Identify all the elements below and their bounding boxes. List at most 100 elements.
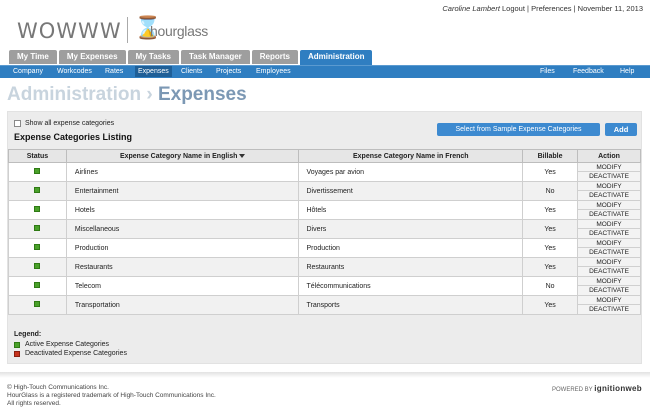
- billable-value: Yes: [522, 200, 579, 220]
- legend-deactivated: Deactivated Expense Categories: [14, 350, 127, 357]
- action-cell: MODIFY DEACTIVATE: [577, 200, 641, 220]
- english-name: Telecom: [65, 276, 300, 296]
- modify-button[interactable]: MODIFY: [578, 163, 640, 172]
- header-french[interactable]: Expense Category Name in French: [298, 149, 524, 163]
- subnav-help[interactable]: Help: [620, 68, 634, 75]
- status-cell: [8, 181, 67, 201]
- tab-reports[interactable]: Reports: [251, 50, 299, 64]
- deactivate-button[interactable]: DEACTIVATE: [578, 305, 640, 314]
- tab-my-tasks[interactable]: My Tasks: [127, 50, 180, 64]
- main-tabs: My Time My Expenses My Tasks Task Manage…: [9, 50, 374, 65]
- active-status-icon: [34, 187, 41, 193]
- subnav-expenses[interactable]: Expenses: [135, 66, 172, 77]
- english-name: Transportation: [65, 295, 300, 315]
- table-row: Production Production Yes MODIFY DEACTIV…: [8, 238, 641, 258]
- logout-link[interactable]: Logout: [502, 4, 525, 13]
- footer-divider: [0, 372, 650, 378]
- top-header: WOWWW ⌛ hourglass Caroline Lambert Logou…: [0, 0, 650, 48]
- separator: |: [573, 4, 576, 13]
- deactivate-button[interactable]: DEACTIVATE: [578, 191, 640, 200]
- hourglass-logo: ⌛ hourglass: [134, 15, 212, 45]
- deactivate-button[interactable]: DEACTIVATE: [578, 286, 640, 295]
- active-status-icon: [34, 301, 41, 307]
- table-row: Telecom Télécommunications No MODIFY DEA…: [8, 276, 641, 296]
- user-name: Caroline Lambert: [442, 4, 500, 13]
- breadcrumb-arrow: ›: [146, 84, 153, 105]
- tab-task-manager[interactable]: Task Manager: [181, 50, 250, 64]
- english-name: Production: [65, 238, 300, 258]
- status-cell: [8, 257, 67, 277]
- separator: |: [527, 4, 529, 13]
- tab-administration[interactable]: Administration: [300, 50, 373, 65]
- action-cell: MODIFY DEACTIVATE: [577, 276, 641, 296]
- sort-desc-icon[interactable]: [239, 153, 246, 158]
- deactivate-button[interactable]: DEACTIVATE: [578, 248, 640, 257]
- modify-button[interactable]: MODIFY: [578, 182, 640, 191]
- action-cell: MODIFY DEACTIVATE: [577, 257, 641, 277]
- subnav-clients[interactable]: Clients: [181, 68, 202, 75]
- preferences-link[interactable]: Preferences: [531, 4, 571, 13]
- logo-divider: [127, 17, 128, 43]
- product-name: hourglass: [150, 23, 209, 39]
- french-name: Transports: [298, 295, 524, 315]
- subnav-employees[interactable]: Employees: [256, 68, 291, 75]
- table-row: Miscellaneous Divers Yes MODIFY DEACTIVA…: [8, 219, 641, 239]
- show-all-checkbox[interactable]: [14, 120, 21, 127]
- status-cell: [8, 276, 67, 296]
- breadcrumb-section[interactable]: Administration: [7, 84, 141, 105]
- header-action: Action: [577, 149, 641, 163]
- table-row: Hotels Hôtels Yes MODIFY DEACTIVATE: [8, 200, 641, 220]
- header-english-label[interactable]: Expense Category Name in English: [120, 153, 237, 160]
- active-status-icon: [34, 206, 41, 212]
- show-all-row: Show all expense categories: [14, 120, 114, 127]
- legend-active-label: Active Expense Categories: [25, 341, 110, 348]
- active-status-icon: [14, 341, 20, 348]
- subnav-files[interactable]: Files: [540, 68, 555, 75]
- deactivate-button[interactable]: DEACTIVATE: [578, 267, 640, 276]
- add-button[interactable]: Add: [605, 123, 637, 136]
- powered-by[interactable]: POWERED BY ignitionweb: [552, 384, 642, 393]
- active-status-icon: [34, 263, 41, 269]
- table-row: Transportation Transports Yes MODIFY DEA…: [8, 295, 641, 315]
- ignitionweb-logo[interactable]: ignitionweb: [594, 384, 642, 393]
- status-cell: [8, 295, 67, 315]
- header-billable[interactable]: Billable: [522, 149, 579, 163]
- modify-button[interactable]: MODIFY: [578, 296, 640, 305]
- french-name: Divers: [298, 219, 524, 239]
- trademark-notice: HourGlass is a registered trademark of H…: [7, 392, 216, 399]
- header-status: Status: [8, 149, 67, 163]
- table-row: Entertainment Divertissement No MODIFY D…: [8, 181, 641, 201]
- active-status-icon: [34, 225, 41, 231]
- subnav-feedback[interactable]: Feedback: [573, 68, 604, 75]
- subnav-company[interactable]: Company: [13, 68, 43, 75]
- modify-button[interactable]: MODIFY: [578, 201, 640, 210]
- show-all-label[interactable]: Show all expense categories: [25, 120, 114, 127]
- deactivate-button[interactable]: DEACTIVATE: [578, 210, 640, 219]
- listing-title: Expense Categories Listing: [14, 132, 133, 142]
- modify-button[interactable]: MODIFY: [578, 220, 640, 229]
- modify-button[interactable]: MODIFY: [578, 258, 640, 267]
- subnav-rates[interactable]: Rates: [105, 68, 123, 75]
- header-english[interactable]: Expense Category Name in English: [65, 149, 300, 163]
- tab-my-time[interactable]: My Time: [9, 50, 57, 64]
- sample-categories-button[interactable]: Select from Sample Expense Categories: [437, 123, 600, 136]
- company-logo: WOWWW: [17, 19, 122, 43]
- billable-value: Yes: [522, 219, 579, 239]
- billable-value: No: [522, 276, 579, 296]
- table-row: Restaurants Restaurants Yes MODIFY DEACT…: [8, 257, 641, 277]
- english-name: Airlines: [65, 162, 300, 182]
- french-name: Voyages par avion: [298, 162, 524, 182]
- expense-categories-panel: Show all expense categories Expense Cate…: [7, 111, 642, 364]
- english-name: Restaurants: [65, 257, 300, 277]
- subnav-workcodes[interactable]: Workcodes: [57, 68, 92, 75]
- french-name: Télécommunications: [298, 276, 524, 296]
- modify-button[interactable]: MODIFY: [578, 277, 640, 286]
- tab-my-expenses[interactable]: My Expenses: [58, 50, 126, 64]
- deactivate-button[interactable]: DEACTIVATE: [578, 172, 640, 181]
- subnav-projects[interactable]: Projects: [216, 68, 241, 75]
- modify-button[interactable]: MODIFY: [578, 239, 640, 248]
- legend-active: Active Expense Categories: [14, 341, 127, 348]
- status-cell: [8, 162, 67, 182]
- table-header-row: Status Expense Category Name in English …: [8, 149, 641, 163]
- deactivate-button[interactable]: DEACTIVATE: [578, 229, 640, 238]
